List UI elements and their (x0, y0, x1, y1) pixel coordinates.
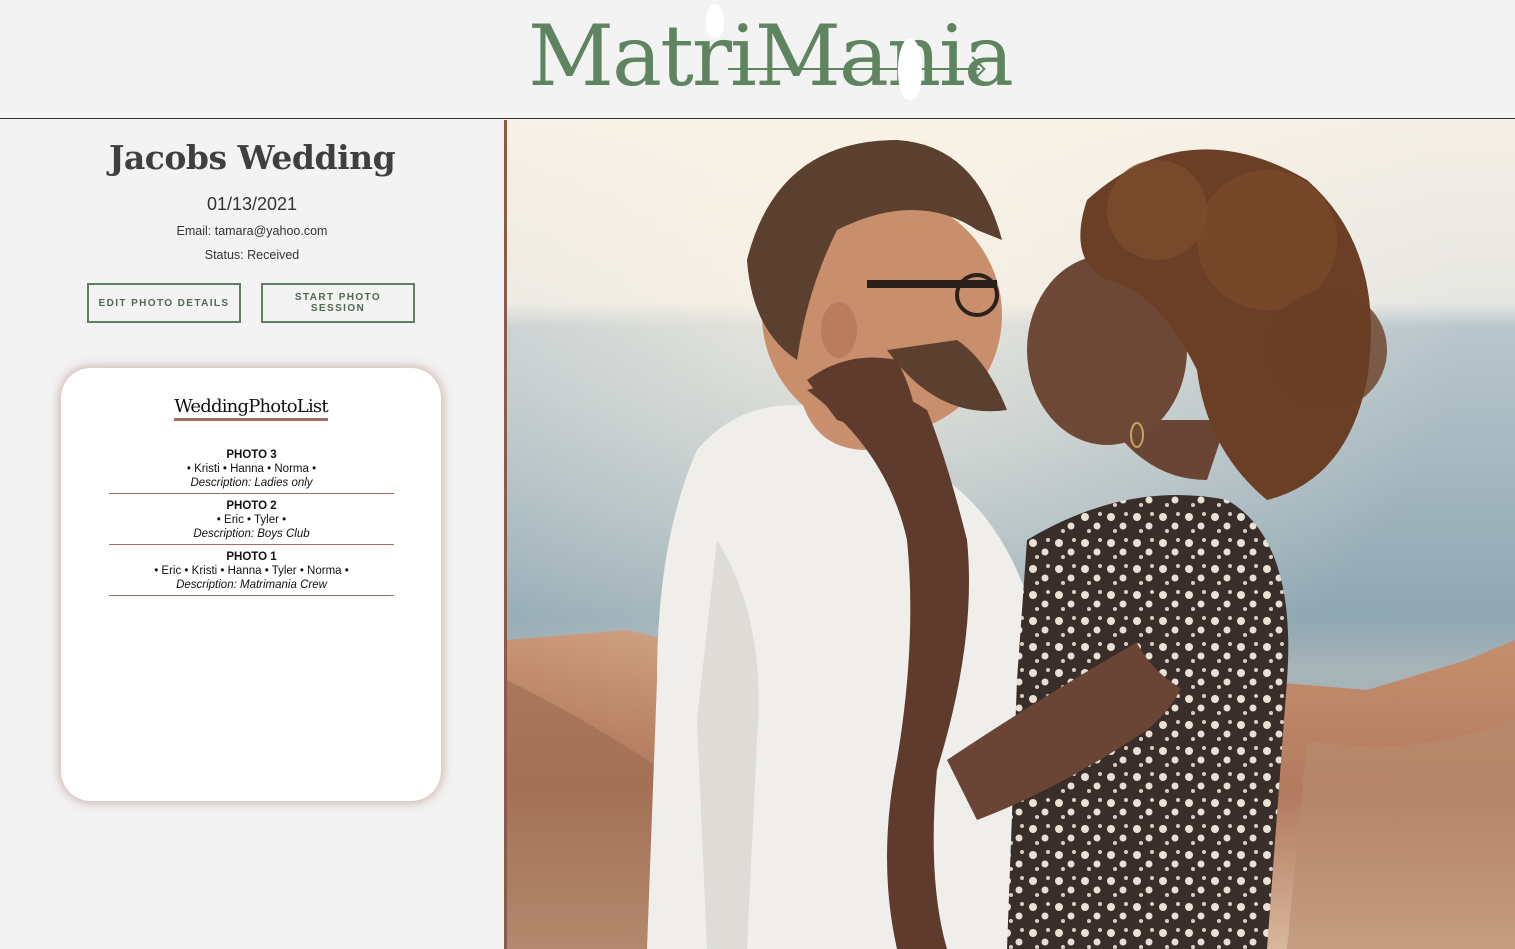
photo-people: • Eric • Kristi • Hanna • Tyler • Norma … (154, 565, 349, 577)
hero-photo (507, 120, 1515, 949)
photo-people: • Kristi • Hanna • Norma • (186, 463, 317, 475)
edit-photo-details-button[interactable]: EDIT PHOTO DETAILS (87, 283, 241, 323)
photo-description: Description: Matrimania Crew (176, 579, 327, 591)
logo-arrow-line (728, 68, 980, 70)
photo-name: PHOTO 3 (226, 449, 277, 461)
wedding-details-panel: Jacobs Wedding 01/13/2021 Email: tamara@… (0, 120, 504, 949)
photo-list: PHOTO 3 • Kristi • Hanna • Norma • Descr… (109, 446, 394, 599)
header: MatriMania (0, 0, 1515, 119)
logo-text: MatriMania (528, 7, 1014, 105)
list-item[interactable]: PHOTO 1 • Eric • Kristi • Hanna • Tyler … (109, 548, 394, 596)
list-item[interactable]: PHOTO 3 • Kristi • Hanna • Norma • Descr… (109, 446, 394, 494)
bird-icon (898, 38, 922, 100)
page-title: Jacobs Wedding (108, 138, 396, 177)
photo-name: PHOTO 2 (226, 500, 277, 512)
photo-people: • Eric • Tyler • (216, 514, 287, 526)
photo-name: PHOTO 1 (226, 551, 277, 563)
bird-icon (706, 4, 724, 38)
photo-list-title: WeddingPhotoList (61, 396, 441, 421)
wedding-photo-list-card: WeddingPhotoList PHOTO 3 • Kristi • Hann… (61, 368, 441, 801)
status-text: Status: Received (204, 248, 300, 262)
photo-description: Description: Boys Club (193, 528, 310, 540)
start-photo-session-button[interactable]: START PHOTO SESSION (261, 283, 415, 323)
photo-description: Description: Ladies only (190, 477, 313, 489)
photo-list-title-text: WeddingPhotoList (174, 396, 329, 421)
couple-kissing-photo (507, 120, 1515, 949)
contact-email: Email: tamara@yahoo.com (176, 224, 328, 238)
logo[interactable]: MatriMania (528, 4, 1014, 108)
list-item[interactable]: PHOTO 2 • Eric • Tyler • Description: Bo… (109, 497, 394, 545)
wedding-date: 01/13/2021 (206, 194, 298, 214)
